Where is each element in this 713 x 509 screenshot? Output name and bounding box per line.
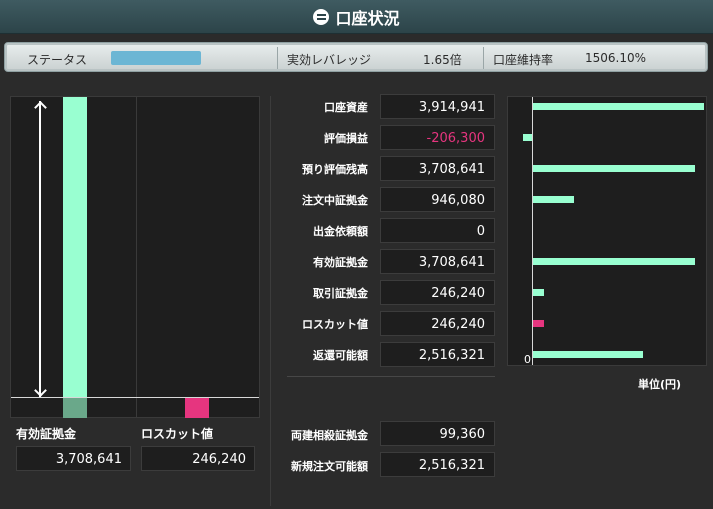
bottom-row-label: 新規注文可能額	[291, 460, 368, 473]
leverage-value: 1.65倍	[423, 53, 462, 67]
divider	[287, 376, 495, 377]
zero-tick-label: 0	[524, 353, 531, 366]
row-label: 注文中証拠金	[302, 194, 368, 207]
losscut-value: 246,240	[141, 446, 255, 471]
chart-bar	[533, 165, 695, 172]
row-label: ロスカット値	[302, 318, 368, 331]
row-label: 取引証拠金	[313, 287, 368, 300]
row-label: 評価損益	[324, 132, 368, 145]
effective-margin-label: 有効証拠金	[16, 427, 77, 441]
chart-bar	[533, 103, 704, 110]
row-value: 3,708,641	[380, 249, 495, 274]
gauge-gridline	[136, 97, 137, 417]
row-value: 0	[380, 218, 495, 243]
margin-ratio-label: 口座維持率	[493, 53, 554, 67]
row-value: 3,914,941	[380, 94, 495, 119]
status-bar: ステータス 実効レバレッジ 1.65倍 口座維持率 1506.10%	[4, 42, 708, 72]
row-value: 2,516,321	[380, 342, 495, 367]
page-title: 口座状況	[335, 8, 400, 28]
row-value: -206,300	[380, 125, 495, 150]
row-label: 有効証拠金	[313, 256, 368, 269]
title-bar: 口座状況	[0, 0, 713, 34]
bottom-row-label: 両建相殺証拠金	[291, 429, 368, 442]
double-arrow-icon	[33, 101, 47, 397]
leverage-label: 実効レバレッジ	[287, 53, 372, 67]
account-bar-chart: 0	[507, 96, 707, 366]
unit-label: 単位(円)	[638, 378, 682, 391]
divider	[277, 47, 278, 69]
bottom-row-value: 99,360	[380, 421, 495, 446]
effective-margin-value: 3,708,641	[16, 446, 131, 471]
row-value: 246,240	[380, 311, 495, 336]
row-value: 246,240	[380, 280, 495, 305]
status-label: ステータス	[27, 53, 88, 67]
chart-bar	[533, 320, 544, 327]
losscut-bar	[185, 398, 209, 418]
effective-margin-bar	[63, 97, 87, 398]
chart-bar	[533, 289, 544, 296]
account-icon	[313, 8, 330, 25]
status-indicator	[111, 51, 201, 65]
row-value: 946,080	[380, 187, 495, 212]
divider	[270, 96, 271, 506]
chart-bar	[533, 258, 695, 265]
divider	[483, 47, 484, 69]
bottom-row-value: 2,516,321	[380, 452, 495, 477]
chart-bar	[533, 351, 643, 358]
row-value: 3,708,641	[380, 156, 495, 181]
row-label: 口座資産	[324, 101, 368, 114]
losscut-label: ロスカット値	[141, 427, 214, 441]
row-label: 返還可能額	[313, 349, 368, 362]
row-label: 出金依頼額	[313, 225, 368, 238]
gauge-baseline	[11, 397, 259, 398]
chart-bar	[533, 196, 575, 203]
margin-gauge-chart	[10, 96, 260, 418]
row-label: 預り評価残高	[302, 163, 368, 176]
margin-ratio-value: 1506.10%	[585, 51, 647, 65]
chart-bar	[522, 134, 532, 141]
effective-margin-bar-base	[63, 398, 87, 418]
